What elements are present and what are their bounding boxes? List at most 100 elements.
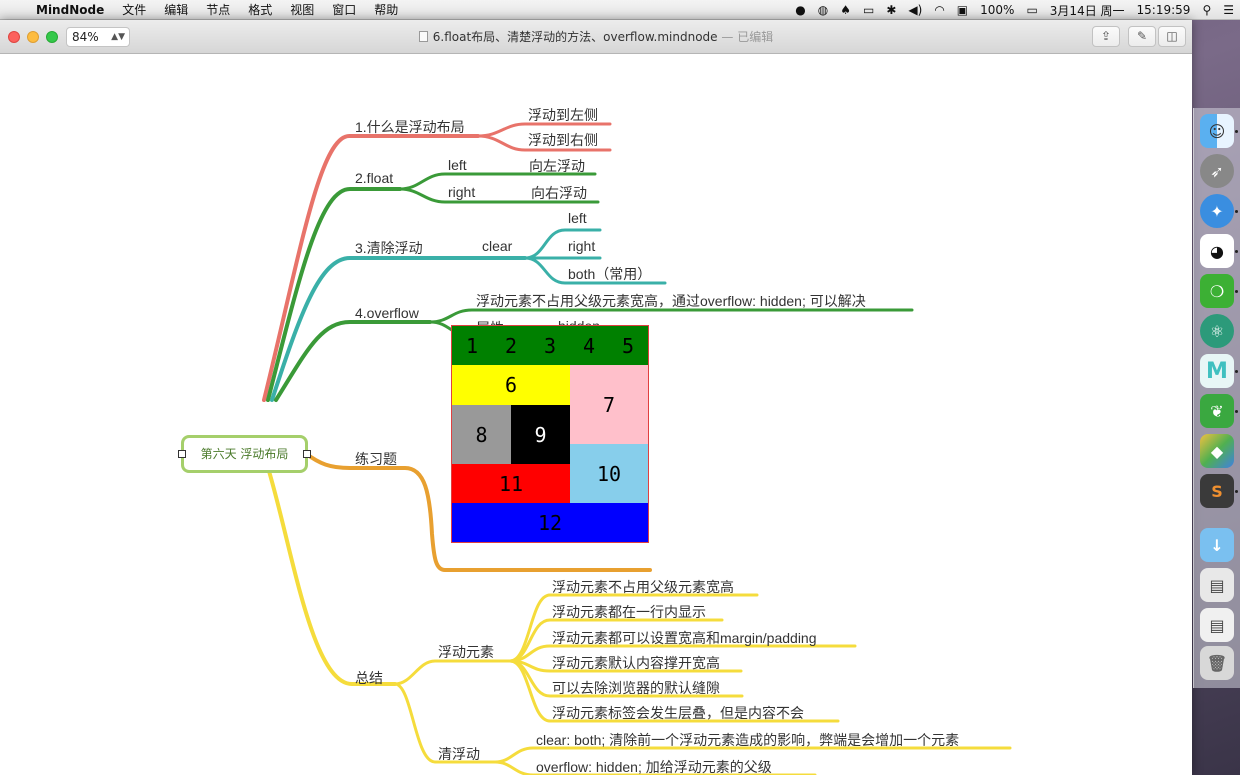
node-summary-item[interactable]: 浮动元素不占用父级元素宽高 (552, 577, 734, 597)
edited-label: — 已编辑 (721, 30, 774, 44)
screenshot-thumb-icon[interactable]: ▤ (1200, 608, 1234, 642)
grid-top-row: 1 2 3 4 5 (452, 326, 648, 365)
display-icon[interactable]: ▭ (857, 3, 880, 17)
menu-bar: MindNode 文件 编辑 节点 格式 视图 窗口 帮助 ● ◍ ♠ ▭ ✱ … (0, 0, 1240, 20)
launchpad-icon[interactable]: ➶ (1200, 154, 1234, 188)
document-icon (418, 31, 428, 42)
app-menu[interactable]: MindNode (30, 3, 113, 17)
node-float-elements[interactable]: 浮动元素 (438, 642, 494, 662)
evernote-icon[interactable]: ❦ (1200, 394, 1234, 428)
branch-line-6 (263, 456, 397, 686)
node-overflow-hidden-desc[interactable]: overflow: hidden; 加给浮动元素的父级 (536, 757, 772, 775)
spotlight-icon[interactable]: ⚲ (1196, 3, 1217, 17)
safari-icon[interactable]: ✦ (1200, 194, 1234, 228)
minimize-window-button[interactable] (27, 31, 39, 43)
qq-status-icon[interactable]: ● (789, 3, 811, 17)
node-float-to-right[interactable]: 向右浮动 (531, 183, 587, 203)
node-summary-item[interactable]: 浮动元素默认内容撑开宽高 (552, 653, 720, 673)
running-indicator (1235, 410, 1238, 413)
node-clear-both[interactable]: both（常用） (568, 264, 651, 284)
node-right[interactable]: right (448, 184, 475, 200)
share-button[interactable]: ⇪ (1092, 26, 1120, 47)
menu-edit[interactable]: 编辑 (155, 1, 197, 18)
node-clear[interactable]: clear (482, 238, 512, 254)
node-clear-float[interactable]: 3.清除浮动 (355, 238, 423, 258)
node-summary[interactable]: 总结 (355, 668, 383, 688)
node-float[interactable]: 2.float (355, 170, 393, 186)
battery-icon[interactable]: ▭ (1020, 3, 1043, 17)
atom-icon[interactable]: ⚛ (1200, 314, 1234, 348)
node-clear-right[interactable]: right (568, 238, 595, 254)
menubar-date[interactable]: 3月14日 周一 (1044, 2, 1131, 19)
node-exercise[interactable]: 练习题 (355, 449, 397, 469)
wechat-icon[interactable]: ❍ (1200, 274, 1234, 308)
grid-cell-1: 1 (466, 333, 479, 358)
notification-center-icon[interactable]: ☰ (1217, 3, 1240, 17)
bluetooth-icon[interactable]: ✱ (880, 3, 902, 17)
sublime-icon[interactable]: S (1200, 474, 1234, 508)
menu-node[interactable]: 节点 (197, 1, 239, 18)
menubar-time[interactable]: 15:19:59 (1131, 3, 1197, 17)
menu-file[interactable]: 文件 (113, 1, 155, 18)
running-indicator (1235, 130, 1238, 133)
running-indicator (1235, 490, 1238, 493)
node-what-is-float-layout[interactable]: 1.什么是浮动布局 (355, 117, 465, 137)
grid-cell-12: 12 (452, 503, 648, 542)
running-indicator (1235, 210, 1238, 213)
window-title: 6.float布局、清楚浮动的方法、overflow.mindnode — 已编… (0, 20, 1192, 54)
node-float-left[interactable]: 浮动到左侧 (528, 105, 598, 125)
node-summary-item[interactable]: 浮动元素都在一行内显示 (552, 602, 706, 622)
grid-cell-11: 11 (452, 464, 570, 503)
mindnode-window: 84% ▲▼ 6.float布局、清楚浮动的方法、overflow.mindno… (0, 20, 1192, 775)
fullscreen-window-button[interactable] (46, 31, 58, 43)
qq-icon[interactable]: ◕ (1200, 234, 1234, 268)
brush-icon: ✎ (1136, 29, 1148, 43)
node-summary-item[interactable]: 浮动元素标签会发生层叠，但是内容不会 (552, 703, 804, 723)
chevron-updown-icon: ▲▼ (111, 32, 125, 42)
menu-window[interactable]: 窗口 (323, 1, 365, 18)
grid-cell-9: 9 (511, 405, 570, 464)
exercise-grid-image[interactable]: 1 2 3 4 5 6 7 8 9 10 11 12 (451, 325, 649, 543)
wechat-status-icon[interactable]: ◍ (812, 3, 834, 17)
node-float-right[interactable]: 浮动到右侧 (528, 130, 598, 150)
node-summary-item[interactable]: 浮动元素都可以设置宽高和margin/padding (552, 628, 817, 648)
sidebar-toggle-button[interactable]: ◫ (1158, 26, 1186, 47)
grid-cell-5: 5 (622, 333, 635, 358)
node-left[interactable]: left (448, 157, 467, 173)
running-indicator (1235, 290, 1238, 293)
node-summary-item[interactable]: 可以去除浏览器的默认缝隙 (552, 678, 720, 698)
grid-cell-3: 3 (544, 333, 557, 358)
battery-percent[interactable]: 100% (974, 3, 1020, 17)
selection-handle-left[interactable] (178, 450, 186, 458)
close-window-button[interactable] (8, 31, 20, 43)
finder-icon[interactable]: ☺ (1200, 114, 1234, 148)
node-clear-both-desc[interactable]: clear: both; 清除前一个浮动元素造成的影响，弊端是会增加一个元素 (536, 730, 959, 750)
branch-line-6a (393, 659, 512, 686)
menu-help[interactable]: 帮助 (365, 1, 407, 18)
running-indicator (1235, 250, 1238, 253)
share-icon: ⇪ (1100, 29, 1112, 43)
menu-format[interactable]: 格式 (239, 1, 281, 18)
branch-line-4 (274, 320, 432, 402)
node-clear-left[interactable]: left (568, 210, 587, 226)
mindnode-icon[interactable]: M (1200, 354, 1234, 388)
selection-handle-right[interactable] (303, 450, 311, 458)
node-overflow[interactable]: 4.overflow (355, 305, 419, 321)
root-node[interactable]: 第六天 浮动布局 (181, 435, 308, 473)
grid-cell-2: 2 (505, 333, 518, 358)
downloads-folder-icon[interactable]: ↓ (1200, 528, 1234, 562)
sublime-status-icon[interactable]: ▣ (951, 3, 974, 17)
node-float-to-left[interactable]: 向左浮动 (529, 156, 585, 176)
volume-icon[interactable]: ◀) (902, 3, 928, 17)
menu-view[interactable]: 视图 (281, 1, 323, 18)
penguin-status-icon[interactable]: ♠ (834, 3, 857, 17)
document-title: 6.float布局、清楚浮动的方法、overflow.mindnode (432, 30, 718, 44)
maps-icon[interactable]: ◆ (1200, 434, 1234, 468)
inspector-button[interactable]: ✎ (1128, 26, 1156, 47)
wifi-icon[interactable]: ◠ (928, 3, 950, 17)
zoom-select[interactable]: 84% ▲▼ (66, 27, 130, 47)
trash-icon[interactable]: 🗑 (1200, 646, 1234, 680)
node-overflow-desc[interactable]: 浮动元素不占用父级元素宽高，通过overflow: hidden; 可以解决 (476, 291, 866, 311)
node-clear-floats[interactable]: 清浮动 (438, 744, 480, 764)
screenshot-thumb-icon[interactable]: ▤ (1200, 568, 1234, 602)
